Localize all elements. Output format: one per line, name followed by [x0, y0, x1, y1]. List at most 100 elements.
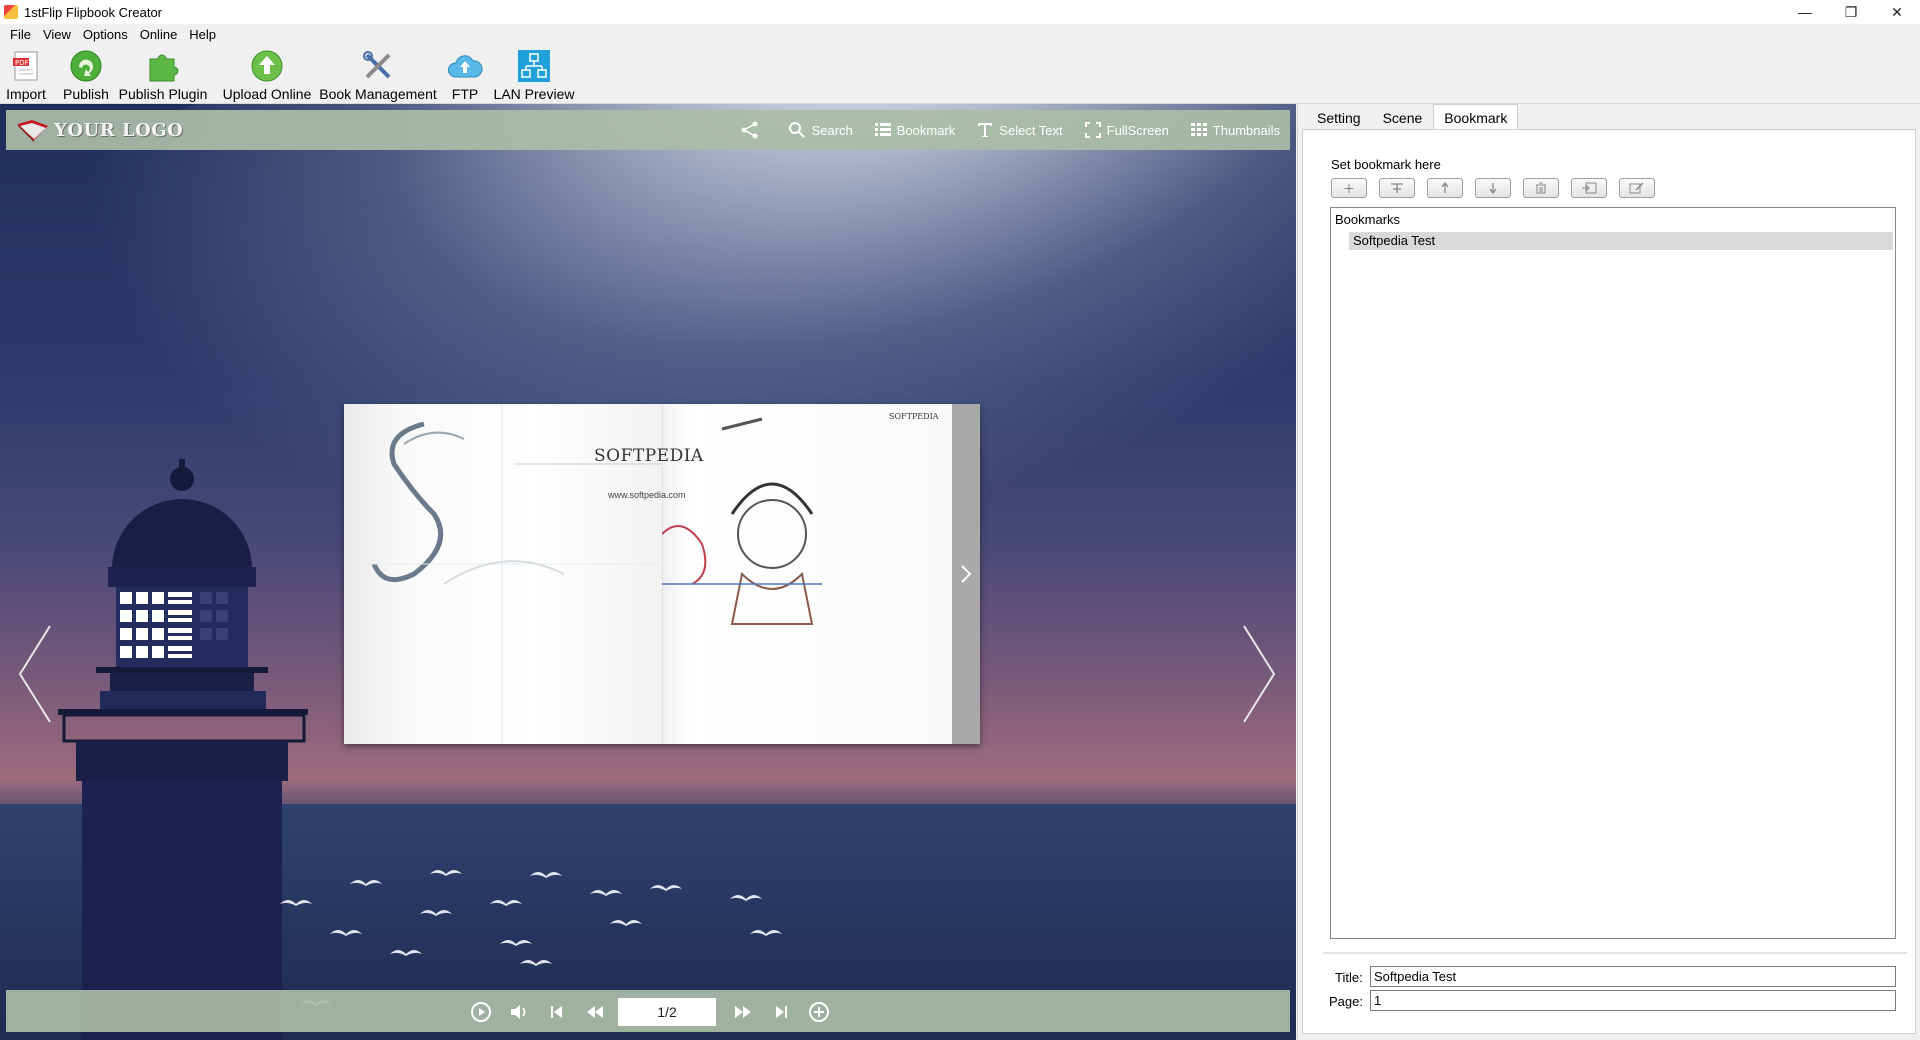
speaker-icon — [511, 1005, 526, 1019]
bookmark-toolbar: ＋ — [1331, 178, 1667, 198]
book-logo-icon — [18, 120, 48, 142]
logo: YOUR LOGO — [16, 118, 183, 142]
menu-help[interactable]: Help — [183, 24, 222, 46]
upload-online-button[interactable]: Upload Online — [223, 46, 311, 104]
title-input[interactable] — [1370, 966, 1896, 987]
play-icon — [471, 1002, 491, 1022]
bookmark-panel: Set bookmark here ＋ Bookmarks Softpedia … — [1302, 129, 1916, 1034]
puzzle-plugin-icon — [145, 48, 181, 84]
import-button[interactable]: PDF Import — [6, 46, 46, 104]
portrait-artwork — [661, 404, 822, 744]
arrow-down-icon — [1489, 183, 1497, 194]
restore-button[interactable]: ❐ — [1828, 0, 1874, 24]
menu-online[interactable]: Online — [134, 24, 184, 46]
page-edge-next[interactable] — [952, 404, 980, 744]
tree-root[interactable]: Bookmarks — [1335, 212, 1400, 227]
delete-bookmark-button[interactable] — [1523, 178, 1559, 198]
fast-forward-icon — [735, 1006, 751, 1018]
page-brand-text: SOFTPEDIA — [594, 446, 704, 466]
add-bookmark-button[interactable]: ＋ — [1331, 178, 1367, 198]
add-child-bookmark-button[interactable] — [1379, 178, 1415, 198]
tab-bookmark[interactable]: Bookmark — [1433, 104, 1519, 130]
move-down-button[interactable] — [1475, 178, 1511, 198]
viewer-tools: Search Bookmark Select Text FullScreen T… — [718, 110, 1280, 150]
zoom-in-button[interactable] — [808, 1001, 830, 1023]
publish-label: Publish — [63, 86, 109, 102]
panel-tabs: Setting Scene Bookmark — [1306, 104, 1519, 130]
move-up-button[interactable] — [1427, 178, 1463, 198]
book-management-button[interactable]: Book Management — [319, 46, 437, 104]
previous-page-arrow-icon[interactable] — [16, 624, 54, 724]
page-indicator[interactable]: 1/2 — [618, 998, 716, 1026]
book-management-label: Book Management — [319, 86, 437, 102]
search-label: Search — [811, 122, 853, 138]
search-button[interactable]: Search — [788, 121, 853, 139]
close-button[interactable]: ✕ — [1874, 0, 1920, 24]
window-controls: — ❐ ✕ — [1782, 0, 1920, 24]
next-page-button[interactable] — [732, 1001, 754, 1023]
sound-button[interactable] — [508, 1001, 530, 1023]
page-url-text: www.softpedia.com — [608, 490, 686, 500]
right-page[interactable] — [661, 404, 952, 744]
publish-icon — [68, 48, 104, 84]
window-title: 1stFlip Flipbook Creator — [24, 4, 162, 20]
list-icon — [874, 123, 891, 136]
book-spread[interactable]: SOFTPEDIA www.softpedia.com SOFTPEDIA — [344, 404, 980, 744]
menu-bar: File View Options Online Help — [0, 24, 1920, 46]
menu-file[interactable]: File — [4, 24, 37, 46]
publish-plugin-label: Publish Plugin — [118, 86, 208, 102]
first-page-button[interactable] — [546, 1001, 568, 1023]
tree-item-bookmark[interactable]: Softpedia Test — [1349, 232, 1893, 250]
lan-preview-button[interactable]: LAN Preview — [494, 46, 574, 104]
zoom-in-icon — [809, 1002, 829, 1022]
import-label: Import — [6, 86, 46, 102]
autoplay-button[interactable] — [470, 1001, 492, 1023]
last-page-icon — [776, 1006, 787, 1018]
import-bookmark-button[interactable] — [1571, 178, 1607, 198]
title-bar: 1stFlip Flipbook Creator — ❐ ✕ — [0, 0, 1920, 24]
next-page-arrow-icon[interactable] — [1240, 624, 1278, 724]
tab-scene[interactable]: Scene — [1372, 104, 1434, 130]
cloud-upload-icon — [447, 48, 483, 84]
edit-icon — [1629, 182, 1644, 194]
rewind-icon — [587, 1006, 603, 1018]
share-icon — [741, 121, 758, 139]
viewer-top-bar: YOUR LOGO Search Bookmark Select Text Fu… — [6, 110, 1290, 150]
upload-online-label: Upload Online — [222, 86, 312, 102]
settings-panel: Setting Scene Bookmark Set bookmark here… — [1297, 104, 1920, 1040]
ftp-label: FTP — [451, 86, 479, 102]
share-button[interactable] — [740, 120, 766, 140]
logo-text: YOUR LOGO — [54, 119, 184, 141]
plus-icon: ＋ — [1342, 181, 1355, 196]
set-bookmark-label: Set bookmark here — [1331, 157, 1441, 172]
chevron-right-icon — [961, 565, 972, 583]
select-text-button[interactable]: Select Text — [977, 122, 1063, 138]
minimize-button[interactable]: — — [1782, 0, 1828, 24]
bookmark-button[interactable]: Bookmark — [874, 122, 956, 138]
divider — [1323, 952, 1907, 954]
first-page-icon — [551, 1006, 562, 1018]
grid-icon — [1190, 123, 1207, 136]
bookmark-label: Bookmark — [896, 122, 956, 138]
last-page-button[interactable] — [770, 1001, 792, 1023]
flipbook-preview: YOUR LOGO Search Bookmark Select Text Fu… — [0, 104, 1296, 1040]
pdf-import-icon: PDF — [8, 48, 44, 84]
previous-page-button[interactable] — [584, 1001, 606, 1023]
tab-setting[interactable]: Setting — [1306, 104, 1372, 130]
viewer-bottom-bar: 1/2 — [6, 990, 1290, 1032]
menu-options[interactable]: Options — [77, 24, 134, 46]
page-input[interactable] — [1370, 990, 1896, 1011]
tools-icon — [360, 48, 396, 84]
thumbnails-button[interactable]: Thumbnails — [1190, 123, 1280, 138]
bookmark-tree[interactable]: Bookmarks Softpedia Test — [1330, 207, 1896, 939]
publish-plugin-button[interactable]: Publish Plugin — [118, 46, 208, 104]
add-child-icon — [1391, 183, 1403, 193]
menu-view[interactable]: View — [37, 24, 77, 46]
publish-button[interactable]: Publish — [62, 46, 110, 104]
main-toolbar: PDF Import Publish Publish Plugin Upload… — [0, 46, 1920, 104]
upload-arrow-icon — [249, 48, 285, 84]
edit-bookmark-button[interactable] — [1619, 178, 1655, 198]
fullscreen-button[interactable]: FullScreen — [1084, 122, 1169, 138]
ftp-button[interactable]: FTP — [447, 46, 483, 104]
search-icon — [788, 122, 805, 138]
